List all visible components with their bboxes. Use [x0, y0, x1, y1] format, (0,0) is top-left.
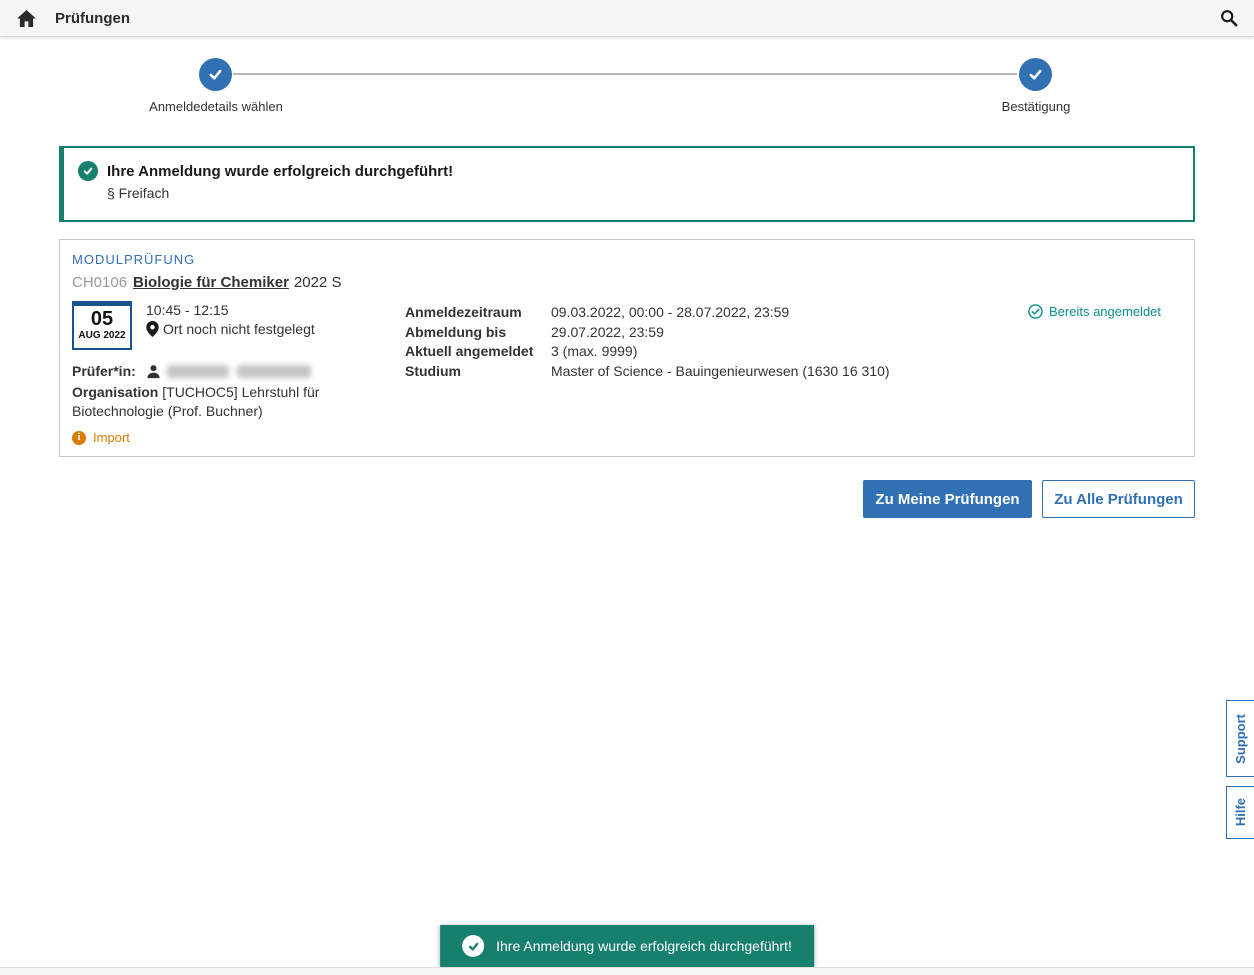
detail-value: 09.03.2022, 00:00 - 28.07.2022, 23:59 — [551, 303, 1028, 323]
home-icon[interactable] — [15, 7, 37, 29]
step-label-anmeldedetails: Anmeldedetails wählen — [149, 99, 283, 114]
alert-subtitle: § Freifach — [107, 185, 1177, 201]
organisation-row: Organisation [TUCHOC5] Lehrstuhl für Bio… — [72, 383, 372, 421]
step-label-bestaetigung: Bestätigung — [1002, 99, 1071, 114]
support-tab[interactable]: Support — [1226, 700, 1254, 777]
person-icon — [146, 364, 161, 379]
hilfe-tab[interactable]: Hilfe — [1226, 786, 1254, 839]
import-link[interactable]: i Import — [72, 430, 405, 445]
footer-strip — [0, 967, 1254, 975]
examiner-name-redacted — [167, 365, 229, 378]
semester-label: 2022 S — [294, 274, 342, 291]
zu-alle-pruefungen-button[interactable]: Zu Alle Prüfungen — [1042, 480, 1195, 518]
toast-message: Ihre Anmeldung wurde erfolgreich durchge… — [496, 938, 792, 954]
exam-date-box: 05 AUG 2022 — [72, 301, 132, 350]
alert-title: Ihre Anmeldung wurde erfolgreich durchge… — [107, 163, 453, 180]
support-tab-label: Support — [1233, 714, 1248, 764]
examiner-row: Prüfer*in: — [72, 363, 405, 379]
location-pin-icon — [146, 321, 159, 337]
exam-date-month-year: AUG 2022 — [74, 330, 130, 341]
detail-label: Aktuell angemeldet — [405, 342, 551, 362]
page-title: Prüfungen — [55, 10, 130, 27]
exam-title-line: CH0106 Biologie für Chemiker 2022 S — [72, 274, 1180, 291]
course-code: CH0106 — [72, 274, 127, 291]
exam-date-day: 05 — [74, 308, 130, 330]
wizard-stepper: Anmeldedetails wählen Bestätigung — [59, 58, 1195, 130]
exam-details: Anmeldezeitraum 09.03.2022, 00:00 - 28.0… — [405, 301, 1028, 445]
success-toast: Ihre Anmeldung wurde erfolgreich durchge… — [440, 925, 814, 967]
exam-location: Ort noch nicht festgelegt — [163, 321, 315, 337]
detail-label: Anmeldezeitraum — [405, 303, 551, 323]
detail-label: Studium — [405, 362, 551, 382]
status-badge: Bereits angemeldet — [1028, 304, 1180, 319]
examiner-label: Prüfer*in: — [72, 363, 136, 379]
top-bar: Prüfungen — [0, 0, 1254, 37]
step-done-icon[interactable] — [199, 58, 232, 91]
detail-label: Abmeldung bis — [405, 323, 551, 343]
registered-check-icon — [1028, 304, 1043, 319]
success-check-icon — [78, 161, 98, 181]
toast-check-icon — [462, 935, 484, 957]
success-alert: Ihre Anmeldung wurde erfolgreich durchge… — [59, 146, 1195, 222]
zu-meine-pruefungen-button[interactable]: Zu Meine Prüfungen — [863, 480, 1032, 518]
examiner-name-redacted — [237, 365, 311, 378]
detail-value: Master of Science - Bauingenieurwesen (1… — [551, 362, 1028, 382]
detail-value: 3 (max. 9999) — [551, 342, 1028, 362]
exam-left-column: 05 AUG 2022 10:45 - 12:15 Ort noch nicht… — [72, 301, 405, 445]
detail-row: Abmeldung bis 29.07.2022, 23:59 — [405, 323, 1028, 343]
search-icon[interactable] — [1218, 7, 1240, 29]
organisation-label: Organisation — [72, 384, 158, 400]
detail-value: 29.07.2022, 23:59 — [551, 323, 1028, 343]
exam-card: MODULPRÜFUNG CH0106 Biologie für Chemiker… — [59, 239, 1195, 457]
status-badge-label: Bereits angemeldet — [1049, 304, 1161, 319]
import-label: Import — [93, 430, 130, 445]
info-icon: i — [72, 431, 86, 445]
detail-row: Anmeldezeitraum 09.03.2022, 00:00 - 28.0… — [405, 303, 1028, 323]
exam-time: 10:45 - 12:15 — [146, 302, 315, 318]
course-title-link[interactable]: Biologie für Chemiker — [133, 274, 289, 291]
detail-row: Studium Master of Science - Bauingenieur… — [405, 362, 1028, 382]
step-done-icon[interactable] — [1019, 58, 1052, 91]
detail-row: Aktuell angemeldet 3 (max. 9999) — [405, 342, 1028, 362]
stepper-connector — [233, 73, 1017, 75]
exam-type-label: MODULPRÜFUNG — [72, 252, 1180, 267]
hilfe-tab-label: Hilfe — [1233, 798, 1248, 826]
